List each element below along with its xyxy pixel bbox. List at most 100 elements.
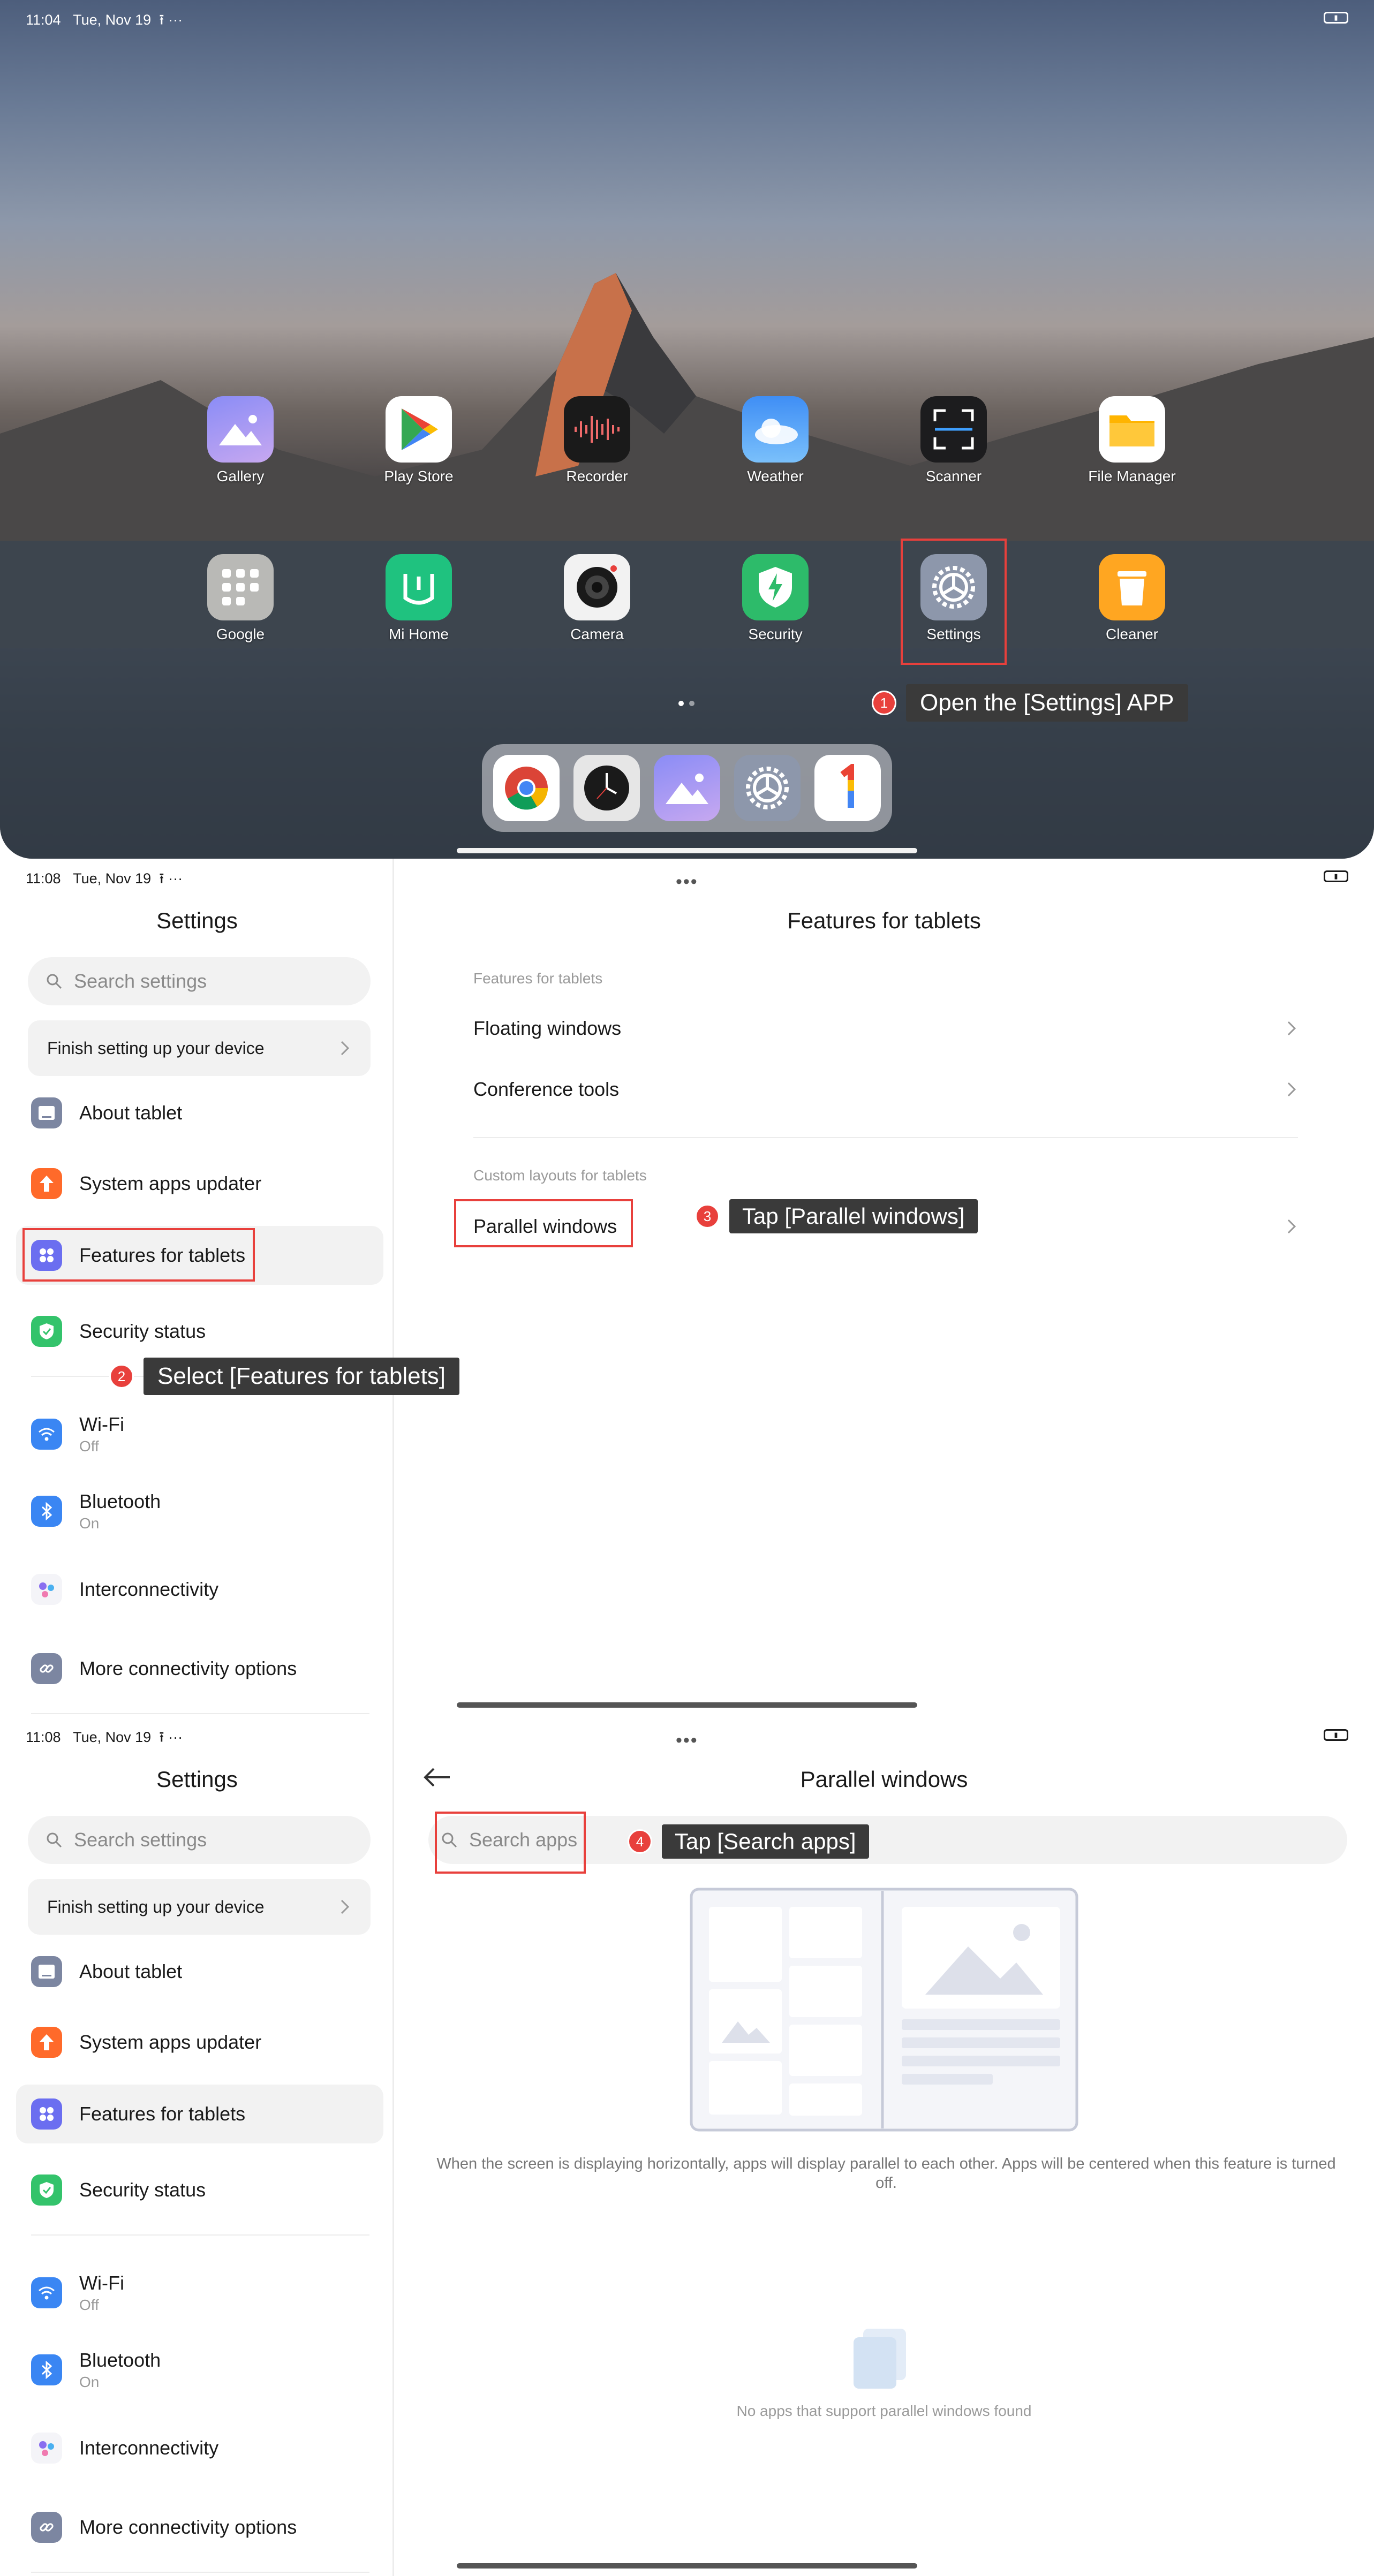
sidebar-item-interconnectivity[interactable]: Interconnectivity [16, 1560, 383, 1619]
empty-state-text: No apps that support parallel windows fo… [736, 2403, 1032, 2419]
settings-features-panel: 11:08 Tue, Nov 19 ⭱ ··· ▮ ••• Settings S… [0, 859, 1374, 1717]
app-google-folder[interactable]: Google [171, 554, 310, 643]
folder-icon [1099, 396, 1165, 463]
search-icon [47, 1832, 62, 1848]
sidebar-title: Settings [156, 1767, 238, 1792]
section-divider [473, 1137, 1298, 1138]
app-security[interactable]: Security [706, 554, 845, 643]
app-cleaner[interactable]: Cleaner [1062, 554, 1202, 643]
section-header-custom-layouts: Custom layouts for tablets [473, 1167, 647, 1184]
sidebar-item-bluetooth[interactable]: Bluetooth On [16, 2340, 383, 2399]
home-gesture-bar[interactable] [457, 2563, 917, 2569]
app-file-manager[interactable]: File Manager [1062, 396, 1202, 485]
settings-parallel-windows-panel: 11:08 Tue, Nov 19 ⭱ ··· ▮ ••• Settings S… [0, 1717, 1374, 2576]
chevron-right-icon [1287, 1219, 1296, 1234]
parallel-windows-highlight-box [454, 1199, 633, 1247]
app-recorder[interactable]: Recorder [527, 396, 667, 485]
row-conference-tools[interactable]: Conference tools [473, 1078, 1298, 1101]
step-2-callout: 2 Select [Features for tablets] [109, 1358, 460, 1395]
app-scanner[interactable]: Scanner [884, 396, 1023, 485]
tablet-icon [31, 1097, 62, 1128]
sidebar-item-bluetooth[interactable]: Bluetooth On [16, 1482, 383, 1541]
features-grid-icon [31, 2098, 62, 2130]
sidebar-item-interconnectivity[interactable]: Interconnectivity [16, 2419, 383, 2477]
google-folder-icon [207, 554, 274, 620]
status-bar: 11:04 Tue, Nov 19 ⭱ ··· ▮ [0, 0, 1374, 34]
interconnectivity-icon [31, 2433, 62, 2464]
sidebar-item-about-tablet[interactable]: About tablet [16, 1942, 383, 2001]
recorder-icon [564, 396, 630, 463]
app-mi-home[interactable]: Mi Home [349, 554, 488, 643]
step-3-callout: 3 Tap [Parallel windows] [695, 1199, 978, 1233]
battery-icon: ▮ [1324, 1729, 1348, 1741]
sidebar-item-wifi[interactable]: Wi-Fi Off [16, 1405, 383, 1464]
trash-icon [1099, 554, 1165, 620]
play-store-icon [386, 396, 452, 463]
link-icon [31, 1653, 62, 1684]
settings-search-input[interactable]: Search settings [28, 1816, 371, 1864]
window-handle-icon[interactable]: ••• [676, 1730, 698, 1751]
search-icon [47, 974, 62, 989]
security-shield-icon [742, 554, 809, 620]
wifi-icon [31, 1419, 62, 1450]
scanner-icon [920, 396, 987, 463]
page-indicator [676, 699, 697, 709]
app-play-store[interactable]: Play Store [349, 396, 488, 485]
chevron-right-icon [1287, 1021, 1296, 1036]
sidebar-item-more-connectivity[interactable]: More connectivity options [16, 1639, 383, 1698]
interconnectivity-icon [31, 1574, 62, 1605]
step-4-callout: 4 Tap [Search apps] [628, 1824, 869, 1859]
sidebar-item-more-connectivity[interactable]: More connectivity options [16, 2498, 383, 2557]
finish-setup-banner[interactable]: Finish setting up your device [28, 1879, 371, 1935]
update-arrow-icon [31, 2027, 62, 2058]
chevron-right-icon [1287, 1082, 1296, 1097]
sidebar-item-system-apps-updater[interactable]: System apps updater [16, 1154, 383, 1213]
update-arrow-icon [31, 1168, 62, 1199]
sidebar-item-security-status[interactable]: Security status [16, 1302, 383, 1361]
home-gesture-bar[interactable] [457, 1702, 917, 1708]
chevron-right-icon [341, 1899, 350, 1914]
features-highlight-box [22, 1228, 255, 1282]
step-1-callout: 1 Open the [Settings] APP [872, 684, 1188, 722]
sidebar-item-wifi[interactable]: Wi-Fi Off [16, 2263, 383, 2322]
settings-sidebar: Settings Search settings Finish setting … [0, 1717, 394, 2576]
shield-icon [31, 2175, 62, 2206]
sidebar-item-about-tablet[interactable]: About tablet [16, 1084, 383, 1142]
finish-setup-banner[interactable]: Finish setting up your device [28, 1020, 371, 1076]
sidebar-item-features-for-tablets[interactable]: Features for tablets [16, 2085, 383, 2143]
sidebar-divider [31, 2234, 369, 2236]
settings-search-input[interactable]: Search settings [28, 957, 371, 1005]
feature-description: When the screen is displaying horizontal… [436, 2155, 1336, 2192]
google-one-icon[interactable] [814, 755, 881, 821]
page-title: Parallel windows [800, 1767, 968, 1792]
app-gallery[interactable]: Gallery [171, 396, 310, 485]
home-gesture-bar[interactable] [457, 848, 917, 853]
sidebar-item-system-apps-updater[interactable]: System apps updater [16, 2013, 383, 2072]
row-floating-windows[interactable]: Floating windows [473, 1017, 1298, 1040]
sidebar-divider [31, 2572, 369, 2573]
home-screen-panel: 11:04 Tue, Nov 19 ⭱ ··· ▮ Gallery Play S… [0, 0, 1374, 859]
sidebar-divider [31, 1713, 369, 1714]
chrome-icon[interactable] [493, 755, 560, 821]
clock-icon[interactable] [573, 755, 640, 821]
parallel-windows-illustration [690, 1888, 1078, 2132]
app-weather[interactable]: Weather [706, 396, 845, 485]
status-time: 11:04 Tue, Nov 19 ⭱ ··· [26, 12, 183, 28]
app-camera[interactable]: Camera [527, 554, 667, 643]
settings-icon[interactable] [734, 755, 801, 821]
shield-icon [31, 1316, 62, 1347]
tablet-icon [31, 1956, 62, 1987]
camera-icon [564, 554, 630, 620]
sidebar-title: Settings [156, 908, 238, 933]
gallery-icon[interactable] [654, 755, 720, 821]
link-icon [31, 2512, 62, 2543]
chevron-right-icon [341, 1041, 350, 1056]
gallery-icon [207, 396, 274, 463]
page-title: Features for tablets [787, 908, 981, 933]
battery-icon: ▮ [1324, 870, 1348, 882]
sidebar-item-security-status[interactable]: Security status [16, 2161, 383, 2219]
wifi-icon [31, 2277, 62, 2308]
mi-home-icon [386, 554, 452, 620]
settings-highlight-box [901, 539, 1007, 665]
window-handle-icon[interactable]: ••• [676, 872, 698, 892]
